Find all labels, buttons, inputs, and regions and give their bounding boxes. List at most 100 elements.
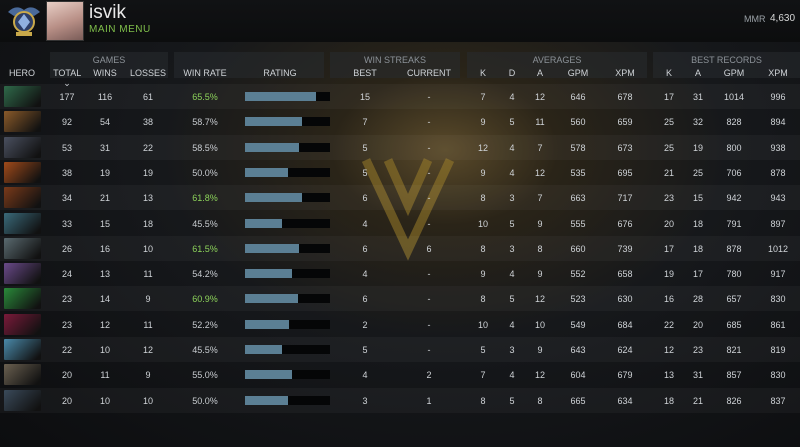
streak-current-cell: - [427, 142, 431, 153]
col-win-rate[interactable]: WIN RATE [180, 68, 230, 78]
table-row[interactable]: 23 12 11 52.2% 2 - 10 4 10 549 684 22 20 685 861 [0, 312, 800, 337]
avg-xpm-cell: 684 [617, 319, 633, 330]
hero-portrait-icon[interactable] [4, 288, 41, 310]
wins-cell: 14 [99, 294, 110, 305]
avg-a-cell: 7 [537, 142, 543, 153]
avg-gpm-cell: 552 [570, 269, 586, 280]
avg-xpm-cell: 658 [617, 269, 633, 280]
wins-cell: 12 [99, 319, 110, 330]
col-streak-current[interactable]: CURRENT [402, 68, 456, 78]
avg-a-cell: 9 [537, 345, 543, 355]
table-row[interactable]: 177 116 61 65.5% 15 - 7 4 12 646 678 17 31 1014 996 [0, 84, 800, 109]
main-menu-link[interactable]: MAIN MENU [89, 24, 151, 35]
top-bar: isvik MAIN MENU MMR 4,630 [0, 0, 800, 42]
hero-portrait-icon[interactable] [4, 237, 41, 259]
col-avg-xpm[interactable]: XPM [612, 68, 638, 78]
streak-best-cell: 5 [362, 142, 368, 153]
rating-bar-fill [245, 142, 299, 152]
table-row[interactable]: 92 54 38 58.7% 7 - 9 5 11 560 659 25 32 828 894 [0, 109, 800, 134]
best-a-cell: 17 [692, 269, 703, 280]
avg-xpm-cell: 679 [617, 370, 633, 381]
col-streak-best[interactable]: BEST [350, 68, 380, 78]
table-row[interactable]: 34 21 13 61.8% 6 - 8 3 7 663 717 23 15 942 943 [0, 185, 800, 210]
total-cell: 26 [61, 243, 72, 254]
best-xpm-cell: 938 [770, 142, 786, 153]
avg-a-cell: 10 [534, 319, 545, 330]
col-best-gpm[interactable]: GPM [721, 68, 747, 78]
best-gpm-cell: 857 [726, 370, 742, 381]
hero-portrait-icon[interactable] [4, 161, 41, 183]
table-row[interactable]: 20 10 10 50.0% 3 1 8 5 8 665 634 18 21 826 837 [0, 388, 800, 413]
best-xpm-cell: 861 [770, 319, 786, 330]
win-rate-cell: 50.0% [192, 395, 218, 406]
hero-portrait-icon[interactable] [4, 313, 41, 335]
hero-portrait-icon[interactable] [4, 389, 41, 411]
table-row[interactable]: 26 16 10 61.5% 6 6 8 3 8 660 739 17 18 878 1012 [0, 236, 800, 261]
losses-cell: 9 [145, 294, 151, 305]
hero-portrait-icon[interactable] [4, 187, 41, 209]
best-k-cell: 22 [663, 319, 674, 330]
avg-k-cell: 9 [480, 269, 486, 280]
avg-gpm-cell: 535 [570, 167, 586, 178]
hero-portrait-icon[interactable] [4, 111, 41, 133]
best-k-cell: 23 [663, 193, 674, 204]
table-row[interactable]: 33 15 18 45.5% 4 - 10 5 9 555 676 20 18 791 897 [0, 211, 800, 236]
avg-d-cell: 5 [509, 117, 515, 128]
rating-bar [245, 167, 330, 177]
best-k-cell: 16 [663, 294, 674, 305]
col-rating[interactable]: RATING [252, 68, 308, 78]
avg-d-cell: 4 [509, 142, 515, 153]
avg-k-cell: 7 [480, 92, 486, 102]
table-row[interactable]: 38 19 19 50.0% 5 - 9 4 12 535 695 21 25 706 878 [0, 160, 800, 185]
avg-d-cell: 5 [509, 218, 515, 229]
rating-bar-fill [245, 218, 282, 228]
rating-bar-fill [245, 269, 292, 279]
avg-a-cell: 12 [534, 370, 545, 381]
col-best-a[interactable]: A [690, 68, 706, 78]
total-cell: 53 [61, 142, 72, 153]
streak-best-cell: 4 [362, 218, 368, 229]
losses-cell: 19 [142, 167, 153, 178]
avg-a-cell: 7 [537, 193, 543, 204]
avg-k-cell: 8 [480, 243, 486, 254]
col-avg-d[interactable]: D [504, 68, 520, 78]
avg-a-cell: 9 [537, 269, 543, 280]
total-cell: 177 [59, 92, 75, 102]
win-rate-cell: 52.2% [192, 319, 218, 330]
table-row[interactable]: 53 31 22 58.5% 5 - 12 4 7 578 673 25 19 800 938 [0, 135, 800, 160]
table-row[interactable]: 24 13 11 54.2% 4 - 9 4 9 552 658 19 17 780 917 [0, 261, 800, 286]
best-xpm-cell: 837 [770, 395, 786, 406]
hero-portrait-icon[interactable] [4, 339, 41, 360]
col-best-k[interactable]: K [661, 68, 677, 78]
hero-portrait-icon[interactable] [4, 364, 41, 386]
hero-portrait-icon[interactable] [4, 263, 41, 285]
avatar[interactable] [46, 1, 84, 41]
col-avg-gpm[interactable]: GPM [565, 68, 591, 78]
avg-d-cell: 5 [509, 395, 515, 406]
total-cell: 38 [61, 167, 72, 178]
hero-portrait-icon[interactable] [4, 212, 41, 234]
table-row[interactable]: 20 11 9 55.0% 4 2 7 4 12 604 679 13 31 857 830 [0, 362, 800, 387]
col-avg-k[interactable]: K [475, 68, 491, 78]
col-losses[interactable]: LOSSES [128, 68, 168, 78]
total-cell: 23 [61, 319, 72, 330]
win-rate-cell: 45.5% [192, 345, 218, 355]
table-row[interactable]: 23 14 9 60.9% 6 - 8 5 12 523 630 16 28 657 830 [0, 286, 800, 311]
streak-best-cell: 2 [362, 319, 368, 330]
best-k-cell: 12 [663, 345, 674, 355]
avg-gpm-cell: 665 [570, 395, 586, 406]
col-wins[interactable]: WINS [88, 68, 122, 78]
avg-gpm-cell: 604 [570, 370, 586, 381]
avg-a-cell: 8 [537, 243, 543, 254]
wins-cell: 16 [99, 243, 110, 254]
hero-portrait-icon[interactable] [4, 86, 41, 107]
streak-best-cell: 4 [362, 269, 368, 280]
col-best-xpm[interactable]: XPM [765, 68, 791, 78]
table-row[interactable]: 22 10 12 45.5% 5 - 5 3 9 643 624 12 23 821 819 [0, 337, 800, 362]
best-xpm-cell: 897 [770, 218, 786, 229]
losses-cell: 38 [142, 117, 153, 128]
username[interactable]: isvik [89, 2, 126, 24]
col-avg-a[interactable]: A [532, 68, 548, 78]
hero-portrait-icon[interactable] [4, 136, 41, 158]
col-hero[interactable]: HERO [9, 68, 35, 78]
